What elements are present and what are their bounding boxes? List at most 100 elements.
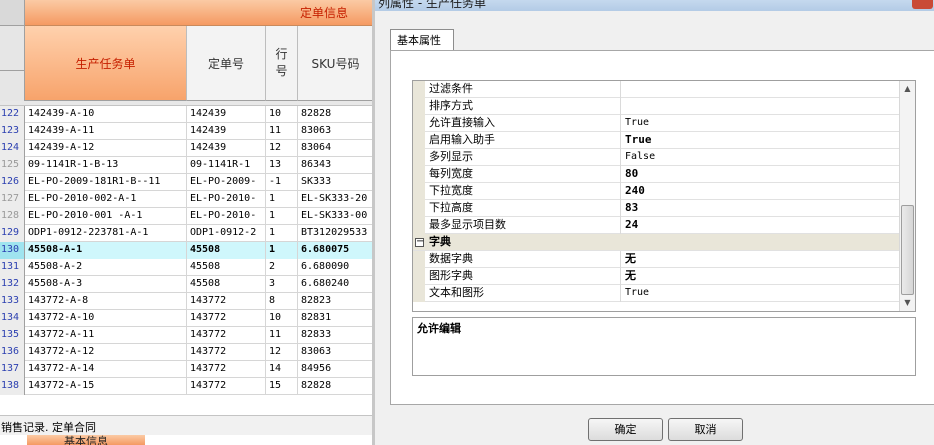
row-number[interactable]: 122: [0, 106, 25, 123]
cell-line[interactable]: 3: [266, 276, 298, 293]
cell-order[interactable]: 45508: [187, 259, 266, 276]
cell-line[interactable]: 12: [266, 344, 298, 361]
cell-line[interactable]: 2: [266, 259, 298, 276]
cell-line[interactable]: 1: [266, 242, 298, 259]
cell-order[interactable]: 143772: [187, 344, 266, 361]
property-name[interactable]: 下拉高度: [425, 200, 621, 217]
property-value[interactable]: [622, 81, 900, 98]
property-value[interactable]: True: [622, 115, 900, 132]
cell-task[interactable]: 143772-A-11: [25, 327, 187, 344]
cell-task[interactable]: 142439-A-11: [25, 123, 187, 140]
cell-line[interactable]: 1: [266, 225, 298, 242]
cell-sku[interactable]: 82828: [298, 378, 374, 395]
ok-button[interactable]: 确定: [588, 418, 663, 441]
cell-task[interactable]: 143772-A-14: [25, 361, 187, 378]
table-row[interactable]: 130 45508-A-1 45508 1 6.680075: [0, 242, 374, 259]
cell-sku[interactable]: 86343: [298, 157, 374, 174]
cell-sku[interactable]: SK333: [298, 174, 374, 191]
property-scrollbar[interactable]: ▲ ▼: [899, 81, 915, 311]
table-row[interactable]: 128 EL-PO-2010-001 -A-1 EL-PO-2010- 1 EL-SK3…: [0, 208, 374, 225]
cell-order[interactable]: EL-PO-2010-: [187, 208, 266, 225]
cell-task[interactable]: 143772-A-12: [25, 344, 187, 361]
property-value[interactable]: 无: [622, 251, 900, 268]
column-header-line[interactable]: 行 号: [266, 26, 298, 101]
row-number[interactable]: 138: [0, 378, 25, 395]
table-row[interactable]: 131 45508-A-2 45508 2 6.680090: [0, 259, 374, 276]
cell-task[interactable]: 143772-A-15: [25, 378, 187, 395]
table-row[interactable]: 122 142439-A-10 142439 10 82828: [0, 106, 374, 123]
scroll-down-icon[interactable]: ▼: [900, 295, 915, 311]
cell-sku[interactable]: 83063: [298, 123, 374, 140]
property-row[interactable]: 排序方式: [413, 98, 901, 115]
table-row[interactable]: 129 ODP1-0912-223781-A-1 ODP1-0912-2 1 BT312…: [0, 225, 374, 242]
cell-order[interactable]: 142439: [187, 140, 266, 157]
row-number[interactable]: 124: [0, 140, 25, 157]
property-name[interactable]: 文本和图形: [425, 285, 621, 302]
cell-line[interactable]: 1: [266, 191, 298, 208]
property-row[interactable]: 多列显示 False: [413, 149, 901, 166]
cell-order[interactable]: 45508: [187, 242, 266, 259]
cell-sku[interactable]: 83064: [298, 140, 374, 157]
column-header-sku[interactable]: SKU号码: [298, 26, 374, 101]
cell-order[interactable]: 143772: [187, 310, 266, 327]
table-row[interactable]: 137 143772-A-14 143772 14 84956: [0, 361, 374, 378]
cell-line[interactable]: 15: [266, 378, 298, 395]
cell-order[interactable]: 142439: [187, 123, 266, 140]
dialog-titlebar[interactable]: 列属性 - 生产任务单: [375, 0, 934, 11]
table-row[interactable]: 138 143772-A-15 143772 15 82828: [0, 378, 374, 395]
cell-task[interactable]: 45508-A-3: [25, 276, 187, 293]
cell-sku[interactable]: EL-SK333-00: [298, 208, 374, 225]
property-row[interactable]: 允许直接输入 True: [413, 115, 901, 132]
row-number[interactable]: 123: [0, 123, 25, 140]
property-value[interactable]: 83: [622, 200, 900, 217]
property-name[interactable]: 每列宽度: [425, 166, 621, 183]
table-row[interactable]: 126 EL-PO-2009-181R1-B--11 EL-PO-2009- -1 SK…: [0, 174, 374, 191]
table-row[interactable]: 133 143772-A-8 143772 8 82823: [0, 293, 374, 310]
scroll-up-icon[interactable]: ▲: [900, 81, 915, 97]
column-header-task[interactable]: 生产任务单: [25, 26, 187, 101]
property-value[interactable]: True: [622, 285, 900, 302]
cell-line[interactable]: 14: [266, 361, 298, 378]
table-row[interactable]: 134 143772-A-10 143772 10 82831: [0, 310, 374, 327]
cell-sku[interactable]: 82828: [298, 106, 374, 123]
table-row[interactable]: 136 143772-A-12 143772 12 83063: [0, 344, 374, 361]
cell-task[interactable]: 45508-A-2: [25, 259, 187, 276]
row-number[interactable]: 131: [0, 259, 25, 276]
cell-sku[interactable]: 82833: [298, 327, 374, 344]
property-row[interactable]: 图形字典无: [413, 268, 901, 285]
cell-task[interactable]: 09-1141R-1-B-13: [25, 157, 187, 174]
cell-order[interactable]: EL-PO-2010-: [187, 191, 266, 208]
cell-task[interactable]: ODP1-0912-223781-A-1: [25, 225, 187, 242]
cell-line[interactable]: 10: [266, 310, 298, 327]
cell-order[interactable]: 143772: [187, 378, 266, 395]
cell-line[interactable]: 8: [266, 293, 298, 310]
property-row[interactable]: 文本和图形 True: [413, 285, 901, 302]
row-number[interactable]: 132: [0, 276, 25, 293]
property-row[interactable]: 数据字典无: [413, 251, 901, 268]
cell-task[interactable]: 142439-A-10: [25, 106, 187, 123]
row-number[interactable]: 128: [0, 208, 25, 225]
property-name[interactable]: 允许直接输入: [425, 115, 621, 132]
column-header-order[interactable]: 定单号: [187, 26, 266, 101]
cell-line[interactable]: 11: [266, 123, 298, 140]
cell-sku[interactable]: 83063: [298, 344, 374, 361]
row-number[interactable]: 134: [0, 310, 25, 327]
collapse-icon[interactable]: −: [415, 236, 424, 247]
property-value[interactable]: 24: [622, 217, 900, 234]
property-value[interactable]: False: [622, 149, 900, 166]
cell-line[interactable]: 10: [266, 106, 298, 123]
property-category-dictionary[interactable]: − 字典: [413, 234, 901, 251]
cell-task[interactable]: 143772-A-10: [25, 310, 187, 327]
cell-sku[interactable]: 6.680240: [298, 276, 374, 293]
row-number[interactable]: 127: [0, 191, 25, 208]
row-number[interactable]: 126: [0, 174, 25, 191]
cell-task[interactable]: 142439-A-12: [25, 140, 187, 157]
cell-sku[interactable]: EL-SK333-20: [298, 191, 374, 208]
property-name[interactable]: 启用输入助手: [425, 132, 621, 149]
property-row[interactable]: 最多显示项目数 24: [413, 217, 901, 234]
property-row[interactable]: 下拉高度 83: [413, 200, 901, 217]
cell-line[interactable]: 11: [266, 327, 298, 344]
property-name[interactable]: 图形字典: [425, 268, 621, 285]
cell-order[interactable]: 143772: [187, 327, 266, 344]
property-row[interactable]: 启用输入助手 True: [413, 132, 901, 149]
